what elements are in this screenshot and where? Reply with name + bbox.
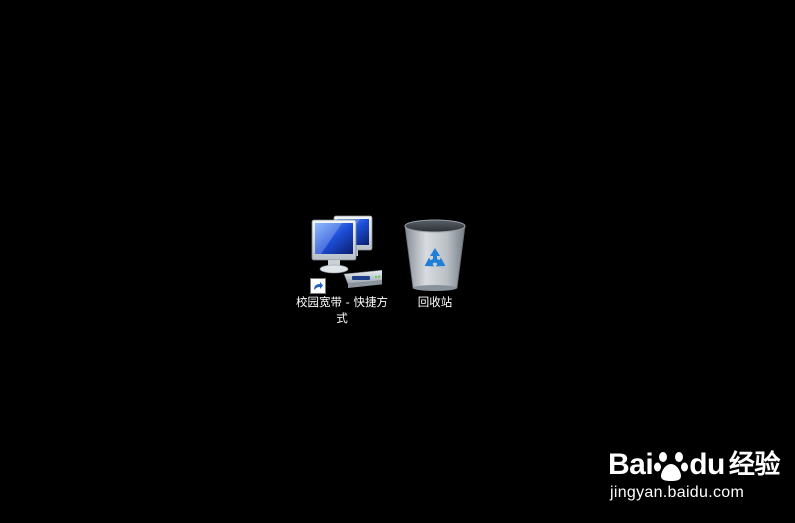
paw-icon [654,448,689,482]
baidu-jingyan-watermark: Bai du 经验 jingyan.baidu.com [608,438,780,508]
desktop-icon-label: 校园宽带 - 快捷方式 [296,295,388,325]
baidu-logo: Bai du 经验 [608,438,780,482]
network-computers-icon [302,214,387,294]
desktop-icon-label: 回收站 [417,295,453,309]
watermark-url: jingyan.baidu.com [610,484,745,501]
logo-text-bai: Bai [608,448,654,481]
desktop[interactable]: 校园宽带 - 快捷方式 回收站 Bai du 经验 jingyan.baidu.… [0,0,795,523]
shortcut-arrow-icon [310,278,326,294]
logo-text-jingyan: 经验 [728,450,781,480]
logo-text-du: du [689,448,725,481]
desktop-icon-campus-broadband[interactable]: 校园宽带 - 快捷方式 [294,214,390,326]
recycle-bin-icon [395,214,475,292]
desktop-icon-recycle-bin[interactable]: 回收站 [387,214,483,310]
